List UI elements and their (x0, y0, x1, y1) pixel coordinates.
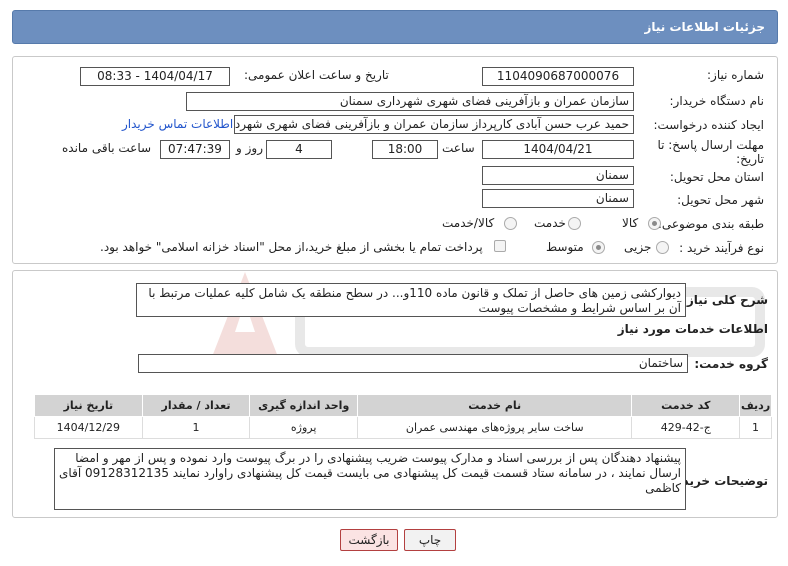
services-table: ردیف کد خدمت نام خدمت واحد اندازه گیری ت… (34, 394, 772, 439)
deadline-label: مهلت ارسال پاسخ: تا (657, 138, 764, 152)
treasury-checkbox[interactable] (494, 240, 506, 252)
need-info-panel (12, 56, 778, 264)
cell-unit: پروژه (249, 416, 359, 439)
process-radio-minor[interactable] (656, 241, 669, 254)
cell-service-name: ساخت سایر پروژه‌های مهندسی عمران (357, 416, 633, 439)
deadline-label-date: تاریخ: (736, 152, 764, 166)
cell-row: 1 (739, 416, 772, 439)
category-option-goods: کالا (622, 216, 639, 230)
province-field: سمنان (482, 166, 634, 185)
service-group-label: گروه خدمت: (694, 357, 768, 371)
payment-note: پرداخت تمام یا بخشی از مبلغ خرید،از محل … (100, 240, 483, 254)
process-radio-medium[interactable] (592, 241, 605, 254)
category-radio-service[interactable] (568, 217, 581, 230)
process-option-medium: متوسط (546, 240, 584, 254)
cell-service-code: ج-42-429 (631, 416, 741, 439)
table-header-row: ردیف کد خدمت نام خدمت واحد اندازه گیری ت… (34, 394, 772, 417)
remaining-time-label: ساعت باقی مانده (62, 141, 152, 155)
deadline-time-label: ساعت (442, 141, 475, 155)
creator-field: حمید عرب حسن آبادی کارپرداز سازمان عمران… (234, 115, 634, 134)
deadline-date-field: 1404/04/21 (482, 140, 634, 159)
city-label: شهر محل تحویل: (677, 193, 764, 207)
category-option-service: خدمت (534, 216, 566, 230)
province-label: استان محل تحویل: (669, 170, 764, 184)
page-header: جزئیات اطلاعات نیاز (12, 10, 778, 44)
buyer-org-field: سازمان عمران و بازآفرینی فضای شهری شهردا… (186, 92, 634, 111)
cell-quantity: 1 (141, 416, 251, 439)
col-row: ردیف (739, 394, 772, 417)
summary-label: شرح کلی نیاز: (682, 293, 768, 307)
deadline-time-field: 18:00 (372, 140, 438, 159)
need-number-field: 1104090687000076 (482, 67, 634, 86)
print-button[interactable]: چاپ (404, 529, 456, 551)
col-quantity: تعداد / مقدار (141, 394, 251, 417)
cell-need-date: 1404/12/29 (34, 416, 143, 439)
announce-date-field: 1404/04/17 - 08:33 (80, 67, 230, 86)
process-label: نوع فرآیند خرید : (679, 241, 764, 255)
remaining-time-field: 07:47:39 (160, 140, 230, 159)
buyer-notes-field: پیشنهاد دهندگان پس از بررسی اسناد و مدار… (54, 448, 686, 510)
city-field: سمنان (482, 189, 634, 208)
process-option-minor: جزیی (624, 240, 652, 254)
need-number-label: شماره نیاز: (707, 68, 764, 82)
back-button[interactable]: بازگشت (340, 529, 398, 551)
services-section-title: اطلاعات خدمات مورد نیاز (617, 322, 768, 336)
service-group-field: ساختمان (138, 354, 688, 373)
page-title: جزئیات اطلاعات نیاز (644, 20, 765, 34)
buyer-org-label: نام دستگاه خریدار: (669, 94, 765, 108)
summary-field: دیوارکشی زمین های حاصل از تملک و قانون م… (136, 283, 686, 317)
creator-label: ایجاد کننده درخواست: (653, 118, 764, 132)
days-remaining-field: 4 (266, 140, 332, 159)
category-option-goods-service: کالا/خدمت (442, 216, 495, 230)
col-unit: واحد اندازه گیری (249, 394, 359, 417)
category-label: طبقه بندی موضوعی: (657, 217, 764, 231)
col-service-code: کد خدمت (631, 394, 741, 417)
table-row: 1 ج-42-429 ساخت سایر پروژه‌های مهندسی عم… (34, 416, 772, 439)
col-service-name: نام خدمت (357, 394, 633, 417)
category-radio-goods-service[interactable] (504, 217, 517, 230)
col-need-date: تاریخ نیاز (34, 394, 143, 417)
announce-label: تاریخ و ساعت اعلان عمومی: (244, 68, 389, 82)
contact-buyer-link[interactable]: اطلاعات تماس خریدار (122, 117, 233, 131)
days-label: روز و (236, 141, 263, 155)
category-radio-goods[interactable] (648, 217, 661, 230)
